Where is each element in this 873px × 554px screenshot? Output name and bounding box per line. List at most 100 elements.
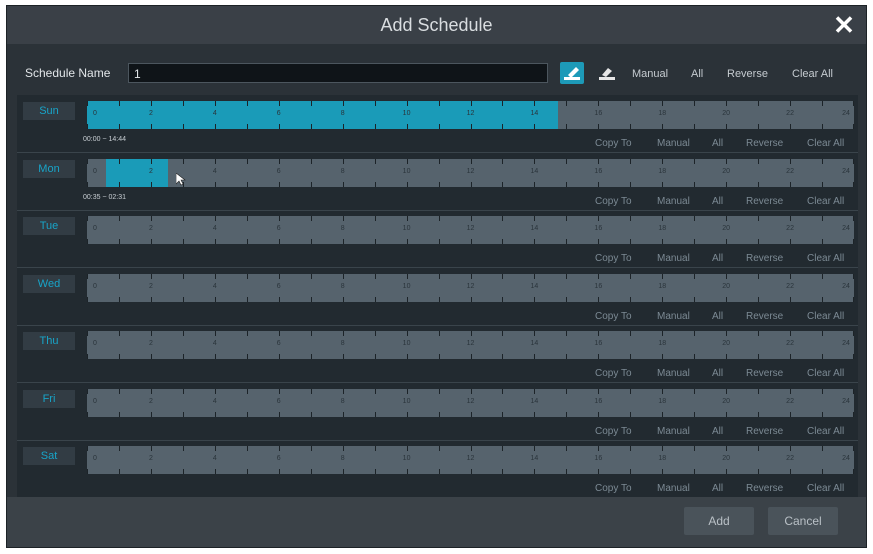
hour-tick (534, 331, 536, 336)
day-label[interactable]: Sun (23, 102, 75, 120)
hour-tick (310, 124, 312, 129)
hour-tick-label: 20 (722, 397, 731, 405)
day-timeline[interactable]: 0 2 4 6 8 10 12 14 16 18 20 22 24 (87, 388, 854, 417)
hour-tick (278, 181, 280, 187)
hour-tick-label: 12 (466, 110, 475, 117)
hour-tick (246, 181, 248, 187)
hour-tick (822, 388, 824, 394)
day-timeline[interactable]: 0 2 4 6 8 10 12 14 16 18 20 22 24 (87, 273, 854, 302)
reverse-button[interactable]: Reverse (746, 426, 783, 437)
all-button[interactable]: All (712, 426, 723, 437)
hour-tick (598, 181, 600, 187)
manual-button[interactable]: Manual (657, 196, 690, 207)
reverse-button[interactable]: Reverse (727, 68, 768, 80)
day-label[interactable]: Fri (23, 389, 75, 408)
day-label[interactable]: Mon (23, 159, 75, 178)
hour-tick (406, 101, 408, 106)
hour-tick (726, 181, 728, 187)
hour-tick (278, 216, 280, 221)
hour-tick (214, 158, 216, 164)
day-label[interactable]: Thu (23, 332, 75, 350)
copy-to-button[interactable]: Copy To (595, 138, 632, 149)
day-label[interactable]: Wed (23, 274, 75, 293)
copy-to-button[interactable]: Copy To (595, 426, 632, 437)
hour-tick (822, 158, 824, 164)
clear-all-button[interactable]: Clear All (807, 483, 844, 494)
clear-all-button[interactable]: Clear All (807, 426, 844, 437)
eraser-icon[interactable] (595, 62, 619, 84)
hour-tick (534, 469, 536, 474)
day-timeline[interactable]: 0 2 4 6 8 10 12 14 16 18 20 22 24 (87, 446, 854, 474)
hour-tick (246, 446, 248, 451)
hour-tick (566, 446, 568, 451)
all-button[interactable]: All (712, 196, 723, 207)
reverse-button[interactable]: Reverse (746, 253, 783, 264)
clear-all-button[interactable]: Clear All (807, 253, 844, 264)
hour-tick (502, 388, 504, 394)
reverse-button[interactable]: Reverse (746, 311, 783, 322)
clear-all-button[interactable]: Clear All (792, 68, 833, 80)
day-timeline[interactable]: 0 2 4 6 8 10 12 14 16 18 20 22 24 (87, 101, 854, 129)
hour-tick-label: 12 (466, 455, 475, 462)
manual-button[interactable]: Manual (632, 68, 668, 80)
hour-tick-label: 22 (786, 455, 794, 462)
day-timeline[interactable]: 0 2 4 6 8 10 12 14 16 18 20 22 24 (87, 331, 854, 359)
reverse-button[interactable]: Reverse (746, 138, 783, 149)
clear-all-button[interactable]: Clear All (807, 311, 844, 322)
hour-tick (470, 354, 472, 359)
copy-to-button[interactable]: Copy To (595, 368, 632, 379)
day-label[interactable]: Sat (23, 447, 75, 465)
manual-button[interactable]: Manual (657, 483, 690, 494)
copy-to-button[interactable]: Copy To (595, 483, 632, 494)
reverse-button[interactable]: Reverse (746, 196, 783, 207)
clear-all-button[interactable]: Clear All (807, 138, 844, 149)
reverse-button[interactable]: Reverse (746, 483, 783, 494)
all-button[interactable]: All (712, 483, 723, 494)
hour-tick (758, 331, 760, 336)
all-button[interactable]: All (712, 138, 723, 149)
hour-tick (342, 469, 344, 474)
hour-tick (694, 388, 696, 394)
copy-to-button[interactable]: Copy To (595, 311, 632, 322)
hour-tick (278, 446, 280, 451)
hour-tick-label: 16 (594, 282, 603, 290)
manual-button[interactable]: Manual (657, 368, 690, 379)
hour-tick (150, 446, 152, 451)
manual-button[interactable]: Manual (657, 253, 690, 264)
hour-tick-label: 24 (842, 167, 850, 175)
hour-tick (598, 388, 600, 394)
add-button[interactable]: Add (684, 507, 754, 535)
manual-button[interactable]: Manual (657, 311, 690, 322)
clear-all-button[interactable]: Clear All (807, 196, 844, 207)
copy-to-button[interactable]: Copy To (595, 196, 632, 207)
hour-tick (566, 158, 568, 164)
hour-tick-label: 0 (93, 167, 97, 175)
hour-tick-label: 10 (402, 455, 411, 462)
day-timeline[interactable]: 0 2 4 6 8 10 12 14 16 18 20 22 24 (87, 158, 854, 187)
clear-all-button[interactable]: Clear All (807, 368, 844, 379)
hour-tick (438, 273, 440, 279)
day-label[interactable]: Tue (23, 217, 75, 235)
hour-tick (310, 411, 312, 417)
hour-tick (246, 273, 248, 279)
schedule-name-input[interactable]: 1 (128, 63, 548, 83)
hour-tick-label: 14 (530, 282, 539, 290)
manual-button[interactable]: Manual (657, 138, 690, 149)
hour-tick (566, 273, 568, 279)
hour-tick (246, 354, 248, 359)
hour-tick (502, 216, 504, 221)
all-button[interactable]: All (712, 253, 723, 264)
copy-to-button[interactable]: Copy To (595, 253, 632, 264)
all-button[interactable]: All (712, 368, 723, 379)
all-button[interactable]: All (691, 68, 703, 80)
reverse-button[interactable]: Reverse (746, 368, 783, 379)
hour-tick (214, 101, 216, 106)
close-icon[interactable]: ✕ (830, 10, 858, 40)
day-row-sun: Sun 0 2 4 6 8 10 12 14 16 18 20 22 24 00:00 ~ 14:44 Cop… (17, 95, 858, 153)
day-timeline[interactable]: 0 2 4 6 8 10 12 14 16 18 20 22 24 (87, 216, 854, 244)
pencil-draw-icon[interactable] (560, 62, 584, 84)
manual-button[interactable]: Manual (657, 426, 690, 437)
cancel-button[interactable]: Cancel (768, 507, 838, 535)
all-button[interactable]: All (712, 311, 723, 322)
hour-tick (310, 181, 312, 187)
